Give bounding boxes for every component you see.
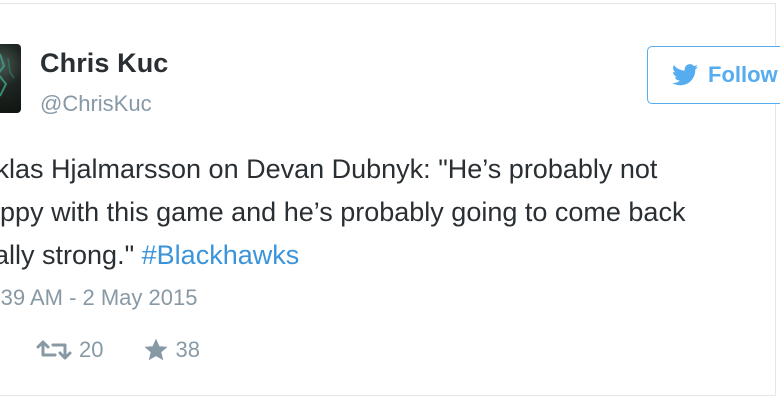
follow-button[interactable]: Follow <box>647 46 780 104</box>
tweet-actions: 20 38 <box>35 337 200 363</box>
tweet-text-line: Niklas Hjalmarsson on Devan Dubnyk: "He’… <box>0 154 658 184</box>
author-handle[interactable]: @ChrisKuc <box>40 91 152 117</box>
tweet-text-fragment: really strong." <box>0 240 135 270</box>
hashtag-link[interactable]: #Blackhawks <box>142 240 300 270</box>
tweet-text-line: really strong." #Blackhawks <box>0 234 770 277</box>
twitter-bird-icon <box>672 64 698 86</box>
tweet-text-line: happy with this game and he’s probably g… <box>0 197 686 227</box>
avatar-image-icon <box>0 53 15 97</box>
retweet-icon <box>36 340 72 360</box>
star-icon <box>144 338 169 361</box>
tweet-text: Niklas Hjalmarsson on Devan Dubnyk: "He’… <box>0 148 770 277</box>
tweet-timestamp[interactable]: 10:39 AM - 2 May 2015 <box>0 285 197 311</box>
retweet-count: 20 <box>79 337 104 362</box>
tweet-embed-viewport: Chris Kuc @ChrisKuc Follow Niklas Hjalma… <box>0 0 780 400</box>
favorite-count: 38 <box>175 337 200 362</box>
tweet-card: Chris Kuc @ChrisKuc Follow Niklas Hjalma… <box>0 3 780 396</box>
retweet-action[interactable]: 20 <box>35 337 103 363</box>
avatar[interactable] <box>0 44 21 113</box>
follow-label: Follow <box>708 62 778 87</box>
favorite-action[interactable]: 38 <box>143 337 200 363</box>
author-name[interactable]: Chris Kuc <box>40 48 168 79</box>
